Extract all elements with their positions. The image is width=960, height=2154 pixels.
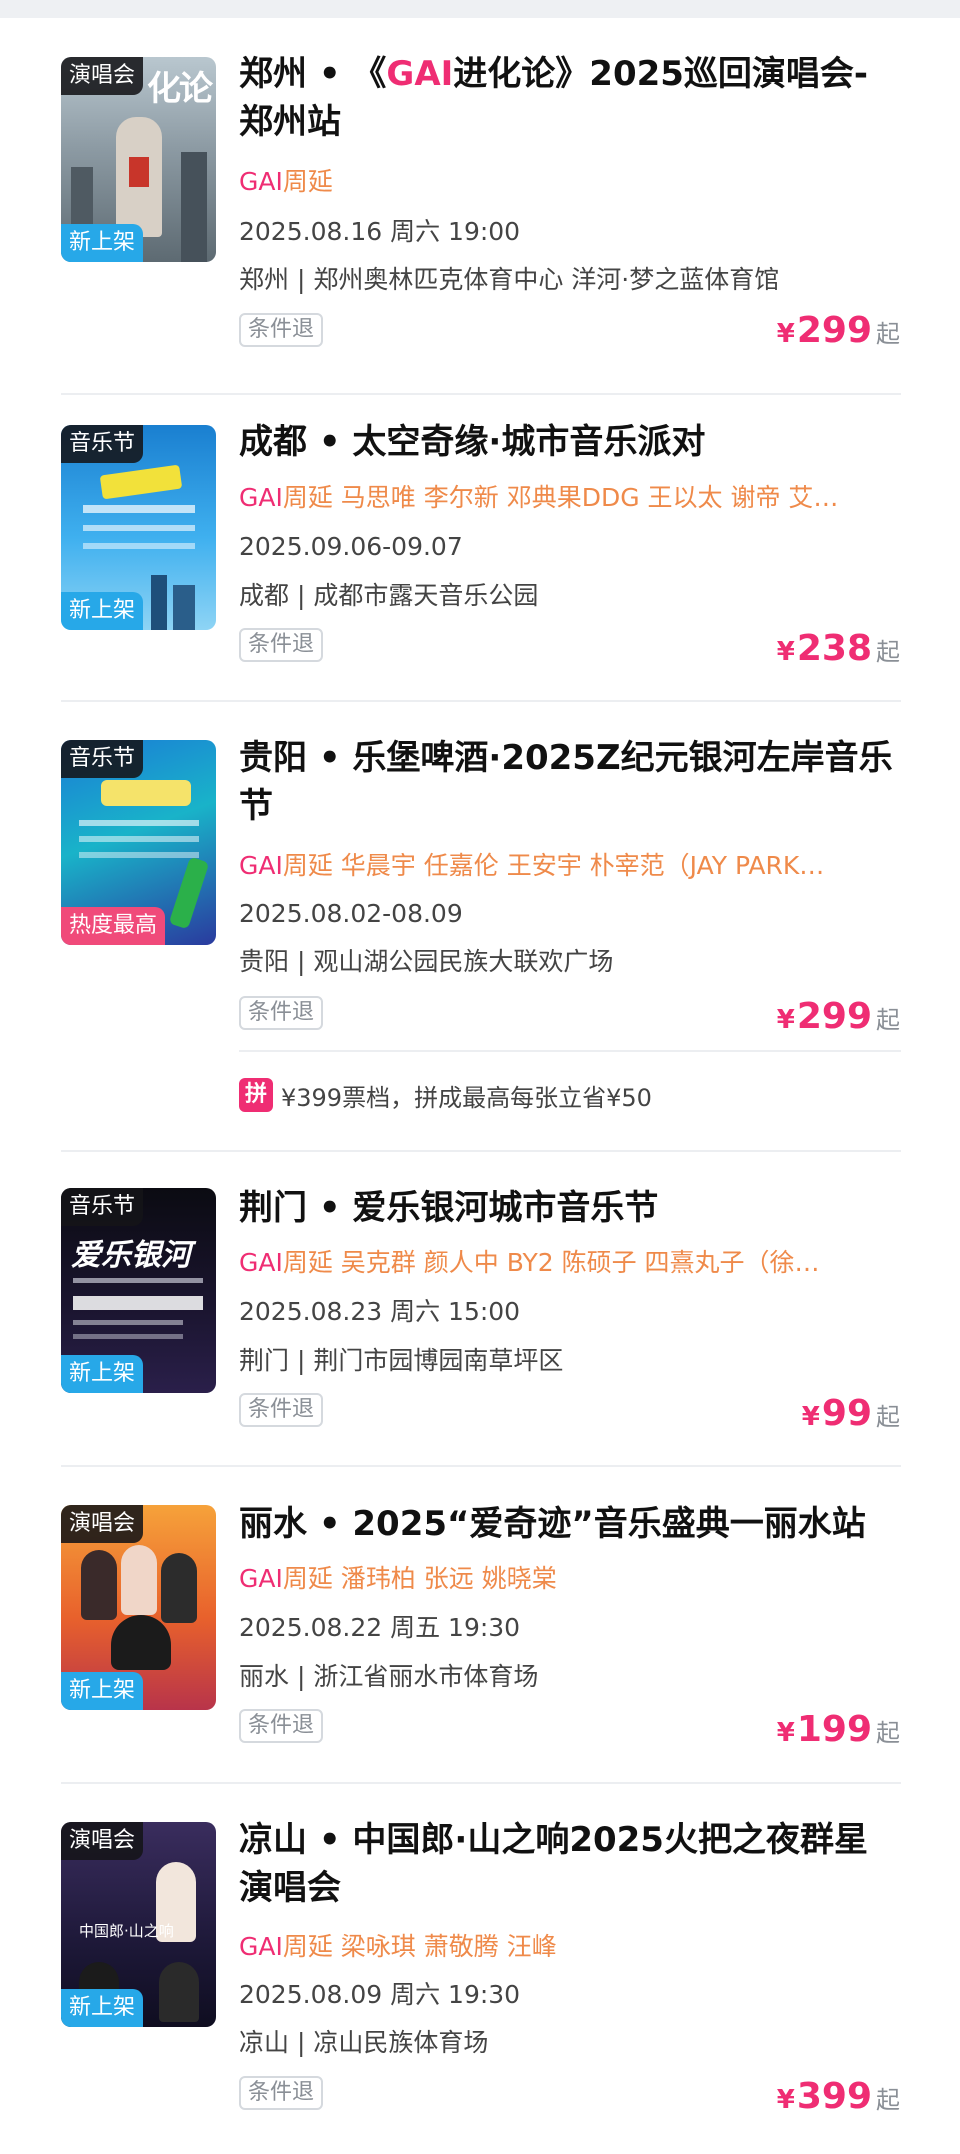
status-badge: 新上架 xyxy=(61,1355,144,1393)
event-poster[interactable]: 爱乐银河 音乐节 新上架 xyxy=(61,1188,216,1393)
event-price: ¥ 199 起 xyxy=(776,1709,900,1750)
refund-tag: 条件退 xyxy=(239,996,324,1030)
divider xyxy=(61,1782,901,1784)
status-badge: 新上架 xyxy=(61,1989,144,2027)
refund-tag: 条件退 xyxy=(239,1393,324,1427)
event-poster[interactable]: 化论 演唱会 新上架 xyxy=(61,57,216,262)
event-price: ¥ 99 起 xyxy=(801,1393,900,1434)
event-title[interactable]: 郑州 • 《GAI进化论》2025巡回演唱会-郑州站 xyxy=(239,50,899,146)
event-venue: 凉山 | 凉山民族体育场 xyxy=(239,2028,489,2057)
event-poster[interactable]: 音乐节 新上架 xyxy=(61,425,216,630)
status-badge: 新上架 xyxy=(61,1672,144,1710)
divider xyxy=(61,700,901,702)
event-datetime: 2025.08.23 周六 15:00 xyxy=(239,1297,521,1326)
group-buy-icon: 拼 xyxy=(239,1078,273,1112)
top-band xyxy=(0,0,960,18)
event-datetime: 2025.08.22 周五 19:30 xyxy=(239,1613,521,1642)
event-artists: GAI周延 华晨宇 任嘉伦 王安宇 朴宰范（JAY PARK… xyxy=(239,851,825,880)
event-artists: GAI周延 潘玮柏 张远 姚晓棠 xyxy=(239,1564,557,1593)
poster-title-art: 中国郎·山之响 xyxy=(79,1922,174,1940)
category-tag: 音乐节 xyxy=(61,740,144,778)
event-venue: 荆门 | 荆门市园博园南草坪区 xyxy=(239,1346,564,1375)
divider xyxy=(61,1465,901,1467)
poster-title-art: 爱乐银河 xyxy=(71,1238,191,1273)
event-poster[interactable]: 中国郎·山之响 演唱会 新上架 xyxy=(61,1822,216,2027)
event-datetime: 2025.09.06-09.07 xyxy=(239,532,463,561)
event-price: ¥ 399 起 xyxy=(776,2076,900,2117)
refund-tag: 条件退 xyxy=(239,313,324,347)
category-tag: 音乐节 xyxy=(61,1188,144,1226)
event-datetime: 2025.08.09 周六 19:30 xyxy=(239,1980,521,2009)
group-buy-promo[interactable]: 拼 ¥399票档，拼成最高每张立省¥50 xyxy=(239,1077,652,1113)
event-datetime: 2025.08.16 周六 19:00 xyxy=(239,217,521,246)
event-price: ¥ 299 起 xyxy=(776,996,900,1037)
event-datetime: 2025.08.02-08.09 xyxy=(239,899,463,928)
event-artists: GAI周延 吴克群 颜人中 BY2 陈硕子 四熹丸子（徐… xyxy=(239,1248,820,1277)
event-venue: 丽水 | 浙江省丽水市体育场 xyxy=(239,1662,539,1691)
event-artists: GAI周延 梁咏琪 萧敬腾 汪峰 xyxy=(239,1932,557,1961)
category-tag: 演唱会 xyxy=(61,1822,144,1860)
status-badge: 新上架 xyxy=(61,592,144,630)
status-badge: 新上架 xyxy=(61,224,144,262)
event-title[interactable]: 凉山 • 中国郎·山之响2025火把之夜群星演唱会 xyxy=(239,1816,899,1912)
refund-tag: 条件退 xyxy=(239,1709,324,1743)
event-poster[interactable]: 演唱会 新上架 xyxy=(61,1505,216,1710)
event-venue: 贵阳 | 观山湖公园民族大联欢广场 xyxy=(239,947,614,976)
refund-tag: 条件退 xyxy=(239,2076,324,2110)
event-title[interactable]: 丽水 • 2025“爱奇迹”音乐盛典一丽水站 xyxy=(239,1500,899,1548)
status-badge: 热度最高 xyxy=(61,907,166,945)
category-tag: 演唱会 xyxy=(61,1505,144,1543)
event-poster[interactable]: 音乐节 热度最高 xyxy=(61,740,216,945)
poster-title-art: 化论 xyxy=(147,69,213,109)
event-title[interactable]: 荆门 • 爱乐银河城市音乐节 xyxy=(239,1184,899,1232)
divider xyxy=(61,393,901,395)
refund-tag: 条件退 xyxy=(239,628,324,662)
event-venue: 郑州 | 郑州奥林匹克体育中心 洋河·梦之蓝体育馆 xyxy=(239,265,780,294)
event-title[interactable]: 成都 • 太空奇缘·城市音乐派对 xyxy=(239,418,899,466)
divider xyxy=(239,1050,901,1052)
event-price: ¥ 238 起 xyxy=(776,628,900,669)
event-artists: GAI周延 马思唯 李尔新 邓典果DDG 王以太 谢帝 艾… xyxy=(239,483,839,512)
category-tag: 音乐节 xyxy=(61,425,144,463)
event-venue: 成都 | 成都市露天音乐公园 xyxy=(239,581,539,610)
event-price: ¥ 299 起 xyxy=(776,310,900,351)
event-title[interactable]: 贵阳 • 乐堡啤酒·2025Z纪元银河左岸音乐节 xyxy=(239,734,899,830)
category-tag: 演唱会 xyxy=(61,57,144,95)
divider xyxy=(61,1150,901,1152)
promo-text: ¥399票档，拼成最高每张立省¥50 xyxy=(281,1083,652,1112)
event-artists: GAI周延 xyxy=(239,167,333,196)
